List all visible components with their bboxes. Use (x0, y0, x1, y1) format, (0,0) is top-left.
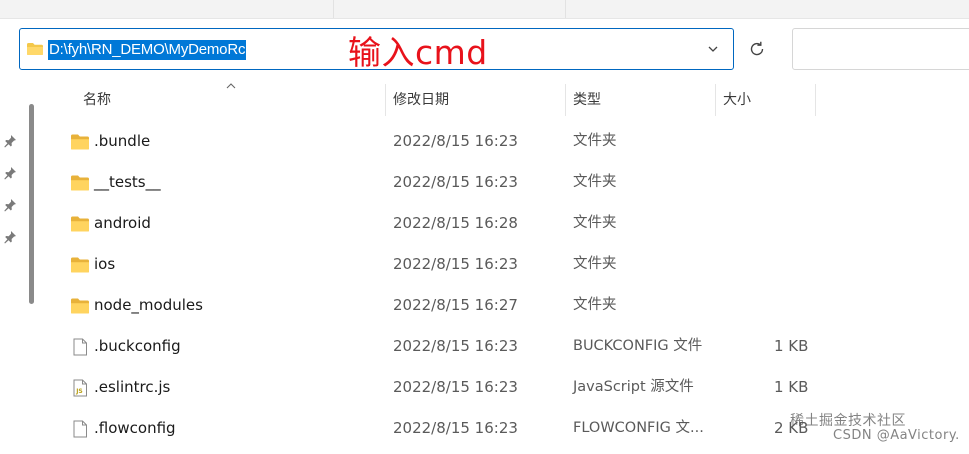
column-divider[interactable] (715, 84, 716, 116)
file-modified: 2022/8/15 16:28 (393, 214, 518, 232)
folder-icon (71, 175, 89, 191)
svg-text:JS: JS (75, 388, 83, 395)
column-header-type[interactable]: 类型 (573, 84, 601, 116)
folder-icon (71, 257, 89, 273)
watermark: 稀土掘金技术社区 CSDN @AaVictory. (790, 413, 959, 443)
navigation-pane (0, 88, 40, 454)
sort-ascending-icon (226, 83, 236, 89)
search-input[interactable] (792, 28, 969, 70)
column-header-size[interactable]: 大小 (723, 84, 751, 116)
chevron-down-icon[interactable] (706, 42, 720, 56)
folder-icon (27, 43, 43, 55)
file-type: FLOWCONFIG 文... (573, 420, 704, 436)
file-size: 1 KB (774, 378, 809, 396)
column-divider[interactable] (565, 84, 566, 116)
folder-icon (71, 134, 89, 150)
file-row[interactable]: .buckconfig 2022/8/15 16:23 BUCKCONFIG 文… (40, 326, 969, 367)
column-header-name[interactable]: 名称 (83, 84, 111, 116)
file-name: .bundle (94, 132, 151, 150)
file-modified: 2022/8/15 16:23 (393, 337, 518, 355)
js-file-icon: JS (73, 379, 87, 397)
file-type: BUCKCONFIG 文件 (573, 338, 703, 354)
refresh-button[interactable] (737, 28, 777, 70)
file-size: 1 KB (774, 337, 809, 355)
file-modified: 2022/8/15 16:23 (393, 173, 518, 191)
file-type: 文件夹 (573, 133, 617, 149)
file-name: node_modules (94, 296, 203, 314)
file-row[interactable]: __tests__ 2022/8/15 16:23 文件夹 (40, 162, 969, 203)
file-type: JavaScript 源文件 (573, 379, 694, 395)
pin-icon[interactable] (3, 134, 17, 148)
file-type: 文件夹 (573, 297, 617, 313)
file-name: ios (94, 255, 116, 273)
file-modified: 2022/8/15 16:23 (393, 419, 518, 437)
file-type: 文件夹 (573, 215, 617, 231)
file-name: __tests__ (94, 173, 161, 191)
file-type: 文件夹 (573, 256, 617, 272)
file-row[interactable]: ios 2022/8/15 16:23 文件夹 (40, 244, 969, 285)
folder-icon (71, 216, 89, 232)
pin-icon[interactable] (3, 166, 17, 180)
column-header-row: 名称 修改日期 类型 大小 (40, 83, 969, 116)
pin-icon[interactable] (3, 198, 17, 212)
file-name: android (94, 214, 151, 232)
file-row[interactable]: JS .eslintrc.js 2022/8/15 16:23 JavaScri… (40, 367, 969, 408)
scrollbar-thumb[interactable] (29, 104, 34, 304)
file-modified: 2022/8/15 16:23 (393, 378, 518, 396)
column-header-modified[interactable]: 修改日期 (393, 84, 449, 116)
file-modified: 2022/8/15 16:23 (393, 132, 518, 150)
address-path[interactable]: D:\fyh\RN_DEMO\MyDemoRc (48, 40, 247, 60)
toolbar-divider (333, 0, 334, 18)
file-modified: 2022/8/15 16:27 (393, 296, 518, 314)
file-row[interactable]: node_modules 2022/8/15 16:27 文件夹 (40, 285, 969, 326)
file-name: .eslintrc.js (94, 378, 171, 396)
file-icon (73, 420, 87, 438)
top-toolbar-strip (0, 0, 969, 19)
file-icon (73, 338, 87, 356)
refresh-icon (750, 41, 764, 56)
file-name: .buckconfig (94, 337, 181, 355)
file-row[interactable]: android 2022/8/15 16:28 文件夹 (40, 203, 969, 244)
folder-icon (71, 298, 89, 314)
file-name: .flowconfig (94, 419, 176, 437)
toolbar-divider (565, 0, 566, 18)
column-divider[interactable] (385, 84, 386, 116)
file-type: 文件夹 (573, 174, 617, 190)
file-row[interactable]: .bundle 2022/8/15 16:23 文件夹 (40, 121, 969, 162)
pin-icon[interactable] (3, 230, 17, 244)
column-divider[interactable] (815, 84, 816, 116)
annotation-label: 输入cmd (348, 33, 488, 72)
file-modified: 2022/8/15 16:23 (393, 255, 518, 273)
watermark-line2: CSDN @AaVictory. (833, 428, 960, 443)
